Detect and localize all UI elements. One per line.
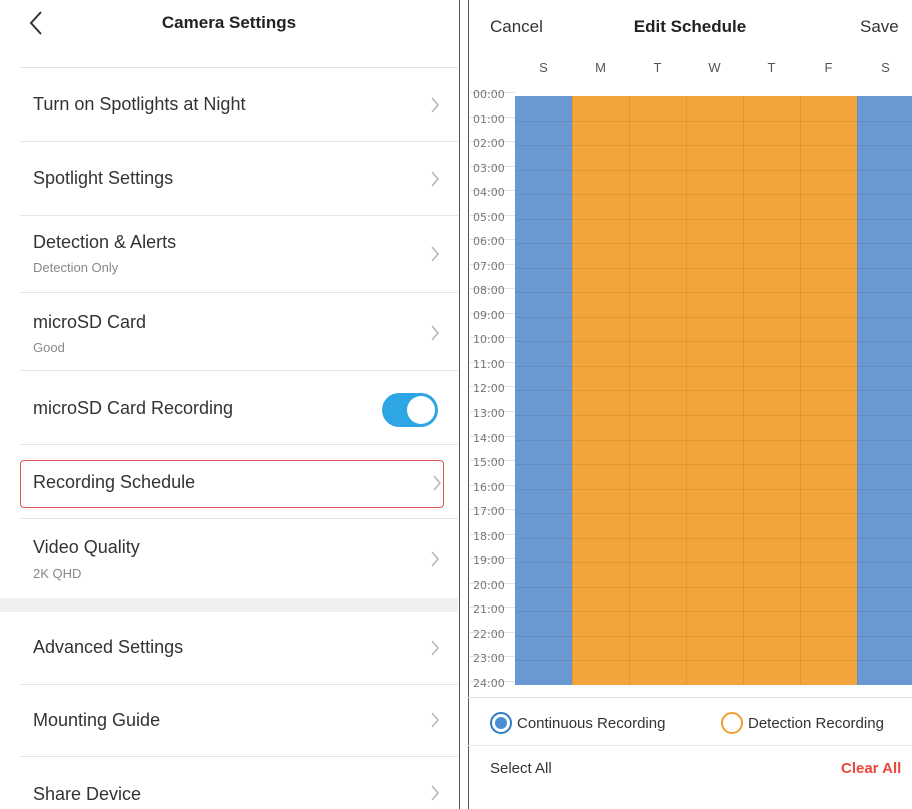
settings-row-spotlight-settings[interactable]: Spotlight Settings: [0, 142, 458, 215]
chevron-right-icon: [430, 551, 440, 567]
row-label: Detection & Alerts: [33, 232, 177, 252]
settings-row-share-device[interactable]: Share Device: [0, 757, 458, 809]
select-all-button[interactable]: Select All: [490, 760, 552, 777]
hour-label: 12:00: [473, 382, 505, 396]
microsd-recording-toggle[interactable]: [382, 393, 438, 427]
day-label-friday: F: [824, 60, 833, 75]
schedule-column-tuesday[interactable]: [629, 96, 686, 685]
hour-label: 19:00: [473, 554, 505, 568]
chevron-right-icon: [430, 640, 440, 656]
chevron-right-icon: [430, 325, 440, 341]
hour-label: 17:00: [473, 505, 505, 519]
hour-label: 20:00: [473, 578, 505, 592]
hour-label: 07:00: [473, 259, 505, 273]
hour-label: 23:00: [473, 652, 505, 666]
schedule-column-sunday[interactable]: [515, 96, 572, 685]
schedule-grid[interactable]: [515, 96, 912, 685]
day-label-thursday: T: [767, 60, 776, 75]
hour-label: 14:00: [473, 431, 505, 445]
settings-row-mounting-guide[interactable]: Mounting Guide: [0, 685, 458, 756]
settings-row-spotlights-at-night[interactable]: Turn on Spotlights at Night: [0, 68, 458, 141]
hour-label: 05:00: [473, 210, 505, 224]
row-label: microSD Card Recording: [33, 398, 234, 418]
hour-label: 04:00: [473, 186, 505, 200]
hour-label: 01:00: [473, 112, 505, 126]
settings-row-advanced-settings[interactable]: Advanced Settings: [0, 612, 458, 684]
hour-label: 09:00: [473, 308, 505, 322]
row-label: Share Device: [33, 784, 142, 804]
settings-row-detection-alerts[interactable]: Detection & Alerts Detection Only: [0, 216, 458, 292]
page-title: Camera Settings: [161, 13, 297, 32]
row-label: Spotlight Settings: [33, 168, 174, 188]
row-label: Recording Schedule: [33, 472, 196, 492]
radio-unselected-icon: [721, 712, 743, 734]
settings-row-recording-schedule[interactable]: Recording Schedule: [0, 445, 458, 518]
hour-label: 11:00: [473, 357, 505, 371]
page-title: Edit Schedule: [633, 17, 747, 36]
chevron-right-icon: [432, 475, 442, 491]
chevron-right-icon: [430, 97, 440, 113]
hour-label: 08:00: [473, 284, 505, 298]
hour-label: 16:00: [473, 480, 505, 494]
hour-label: 10:00: [473, 333, 505, 347]
panel-border: [459, 0, 460, 809]
edit-schedule-panel: Cancel Edit Schedule Save S M T W T F S …: [468, 0, 912, 809]
settings-header: Camera Settings: [0, 0, 458, 50]
schedule-column-wednesday[interactable]: [686, 96, 743, 685]
save-button[interactable]: Save: [860, 17, 899, 37]
radio-selected-icon: [490, 712, 512, 734]
hour-label: 02:00: [473, 137, 505, 151]
hour-label: 03:00: [473, 161, 505, 175]
hour-label: 15:00: [473, 456, 505, 470]
panel-border: [468, 0, 469, 809]
settings-row-microsd-card[interactable]: microSD Card Good: [0, 293, 458, 370]
settings-row-video-quality[interactable]: Video Quality 2K QHD: [0, 519, 458, 598]
row-label: microSD Card: [33, 312, 147, 332]
hour-label: 13:00: [473, 407, 505, 421]
day-label-wednesday: W: [708, 60, 721, 75]
hour-label: 06:00: [473, 235, 505, 249]
hour-label: 24:00: [473, 676, 505, 690]
chevron-right-icon: [430, 785, 440, 801]
row-sublabel: Detection Only: [33, 260, 119, 275]
radio-dot: [495, 717, 507, 729]
chevron-right-icon: [430, 246, 440, 262]
schedule-column-friday[interactable]: [800, 96, 857, 685]
camera-settings-panel: Camera Settings Turn on Spotlights at Ni…: [0, 0, 458, 809]
toggle-knob: [407, 396, 435, 424]
chevron-right-icon: [430, 712, 440, 728]
schedule-column-saturday[interactable]: [857, 96, 912, 685]
clear-all-button[interactable]: Clear All: [841, 760, 901, 777]
hour-label: 00:00: [473, 88, 505, 101]
row-sublabel: 2K QHD: [33, 566, 82, 581]
divider: [468, 745, 912, 746]
section-gap: [0, 598, 458, 612]
row-label: Turn on Spotlights at Night: [33, 94, 246, 114]
row-label: Mounting Guide: [33, 710, 161, 730]
day-label-tuesday: T: [653, 60, 662, 75]
hour-label: 22:00: [473, 627, 505, 641]
day-label-monday: M: [595, 60, 606, 75]
divider: [468, 697, 912, 698]
legend-label: Detection Recording: [748, 715, 884, 732]
schedule-column-monday[interactable]: [572, 96, 629, 685]
row-sublabel: Good: [33, 340, 65, 355]
hour-label: 18:00: [473, 529, 505, 543]
chevron-right-icon: [430, 171, 440, 187]
row-label: Video Quality: [33, 537, 140, 557]
row-label: Advanced Settings: [33, 637, 184, 657]
hour-label: 21:00: [473, 603, 505, 617]
day-label-sunday: S: [539, 60, 548, 75]
day-label-saturday: S: [881, 60, 890, 75]
legend-label: Continuous Recording: [517, 715, 666, 732]
schedule-column-thursday[interactable]: [743, 96, 800, 685]
